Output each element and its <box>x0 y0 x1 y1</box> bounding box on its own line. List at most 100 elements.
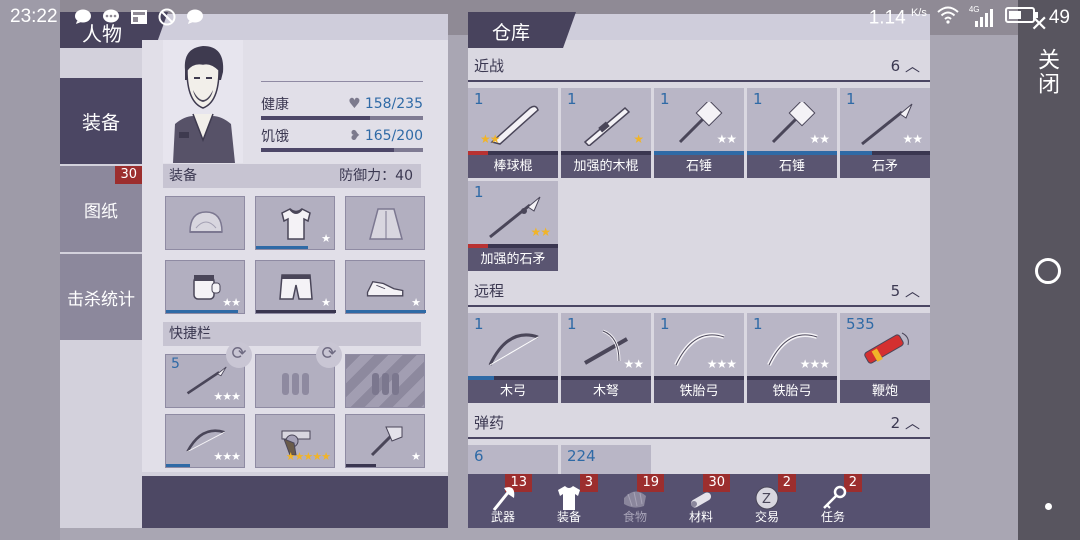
quick-slot-locked[interactable] <box>345 354 425 408</box>
helmet-icon <box>184 205 228 241</box>
chevron-up-icon: ︿ <box>904 414 920 432</box>
network-speed: 1.14 K/s <box>868 6 927 29</box>
hunger-stat: 饥饿 ❥ 165/200 <box>261 126 423 152</box>
inventory-item[interactable]: 1 ★★ 木弩 <box>561 313 651 403</box>
category-ammo-count: 2 <box>890 414 901 432</box>
chevron-up-icon: ︿ <box>904 57 920 75</box>
inventory-item[interactable]: 1 ★ 加强的木棍 <box>561 88 651 178</box>
swap-icon[interactable]: ⟳ <box>226 342 252 368</box>
gloves-durability <box>166 310 238 313</box>
firecracker-icon <box>858 327 914 371</box>
inventory-item[interactable]: 1 ★★ 石锤 <box>654 88 744 178</box>
equip-slot-gloves[interactable]: ★★ <box>165 260 245 314</box>
character-portrait <box>163 40 243 163</box>
hammer-durability <box>346 464 376 467</box>
svg-text:Z: Z <box>762 492 771 507</box>
inventory-item[interactable]: 1 ★★ 石矛 <box>840 88 930 178</box>
tab-weapons[interactable]: 13 武器 <box>470 474 536 528</box>
equip-slot-helmet[interactable] <box>165 196 245 250</box>
shirt-stars: ★ <box>321 232 331 245</box>
hunger-label: 饥饿 <box>261 129 289 145</box>
tab-food[interactable]: 19 食物 <box>602 474 668 528</box>
quickbar-section-bar: 快捷栏 <box>163 322 421 346</box>
category-melee-count: 6 <box>890 57 901 75</box>
inventory-item[interactable]: 1 ★★★ 铁胎弓 <box>654 313 744 403</box>
health-value: 158/235 <box>364 96 423 112</box>
notification-icons <box>73 7 205 27</box>
nav-dot-icon[interactable] <box>1045 503 1052 510</box>
health-stat: 健康 ♥ 158/235 <box>261 94 423 120</box>
bow-stars: ★★★ <box>213 450 241 463</box>
category-ranged[interactable]: 远程 5 ︿ <box>468 278 930 304</box>
message-icon <box>101 7 121 27</box>
quick-slot-revolver[interactable]: ★★★★★ <box>255 414 335 468</box>
side-tab-kill-stats[interactable]: 击杀统计 <box>60 254 142 340</box>
shoes-icon <box>364 269 408 305</box>
category-ranged-label: 远程 <box>474 282 505 300</box>
inventory-item[interactable]: 6 <box>468 445 558 474</box>
hunger-bar-fill <box>261 148 394 152</box>
blueprints-badge: 30 <box>115 166 142 184</box>
cloak-icon <box>364 205 408 241</box>
signal-icon: 4G <box>969 5 995 28</box>
side-tab-blueprints[interactable]: 图纸 30 <box>60 166 142 252</box>
tab-trade[interactable]: 2 Z 交易 <box>734 474 800 528</box>
category-melee-label: 近战 <box>474 57 505 75</box>
tab-materials[interactable]: 30 材料 <box>668 474 734 528</box>
news-icon <box>129 7 149 27</box>
home-button[interactable] <box>1035 258 1061 284</box>
revolver-stars: ★★★★★ <box>285 450 331 463</box>
stats-divider <box>261 81 423 82</box>
category-melee[interactable]: 近战 6 ︿ <box>468 53 930 79</box>
blocked-icon <box>157 7 177 27</box>
ammo-locked-icon <box>364 363 408 399</box>
health-bar-fill <box>261 116 370 120</box>
gloves-stars: ★★ <box>222 296 241 309</box>
battery-level: 49 <box>1048 7 1070 28</box>
tab-quests[interactable]: 2 任务 <box>800 474 866 528</box>
hammer-icon <box>364 423 408 459</box>
shorts-durability <box>256 310 336 313</box>
health-label: 健康 <box>261 97 289 113</box>
inventory-item[interactable]: 535 鞭炮 <box>840 313 930 403</box>
equip-slot-shorts[interactable]: ★ <box>255 260 336 314</box>
quickbar-label: 快捷栏 <box>169 326 211 342</box>
inventory-item[interactable]: 1 ★★ 加强的石矛 <box>468 181 558 271</box>
inventory-item[interactable]: 1 ★★ 石锤 <box>747 88 837 178</box>
equip-slot-shirt[interactable]: ★ <box>255 196 335 250</box>
tab-equipment[interactable]: 3 装备 <box>536 474 602 528</box>
category-ammo[interactable]: 弹药 2 ︿ <box>468 410 930 436</box>
category-divider <box>468 437 930 439</box>
status-time: 23:22 <box>10 6 58 27</box>
equip-slot-cloak[interactable] <box>345 196 425 250</box>
quick-slot-qty: 5 <box>171 356 180 372</box>
category-ranged-count: 5 <box>890 282 901 300</box>
shoes-stars: ★ <box>411 296 421 309</box>
health-bar <box>261 116 423 120</box>
inventory-item[interactable]: 1 木弓 <box>468 313 558 403</box>
side-tab-equipment[interactable]: 装备 <box>60 78 142 164</box>
shoes-durability <box>346 310 426 313</box>
inventory-item[interactable]: 224 <box>561 445 651 474</box>
character-footer <box>142 476 448 528</box>
inventory-item[interactable]: 1 ★★★ 铁胎弓 <box>747 313 837 403</box>
inventory-item[interactable]: 1 ★★ 棒球棍 <box>468 88 558 178</box>
shirt-icon <box>274 205 318 241</box>
category-divider <box>468 80 930 82</box>
shorts-icon <box>274 269 318 305</box>
quick-slot-hammer[interactable]: ★ <box>345 414 425 468</box>
quick-slot-bow[interactable]: ★★★ <box>165 414 245 468</box>
equipment-section-label: 装备 <box>169 168 197 184</box>
hunger-bar <box>261 148 423 152</box>
bow-durability <box>166 464 190 467</box>
shirt-durability <box>256 246 308 249</box>
chevron-up-icon: ︿ <box>904 282 920 300</box>
close-button[interactable]: 关闭 <box>1030 48 1062 96</box>
equip-slot-shoes[interactable]: ★ <box>345 260 426 314</box>
status-bar: 23:22 1.14 K/s 4G 49 <box>0 0 1080 34</box>
status-right: 1.14 K/s 4G 49 <box>868 5 1070 30</box>
spear-stars: ★★★ <box>213 390 241 403</box>
category-ammo-label: 弹药 <box>474 414 505 432</box>
equipment-section-bar: 装备 防御力：40 <box>163 164 421 188</box>
swap-icon[interactable]: ⟳ <box>316 342 342 368</box>
